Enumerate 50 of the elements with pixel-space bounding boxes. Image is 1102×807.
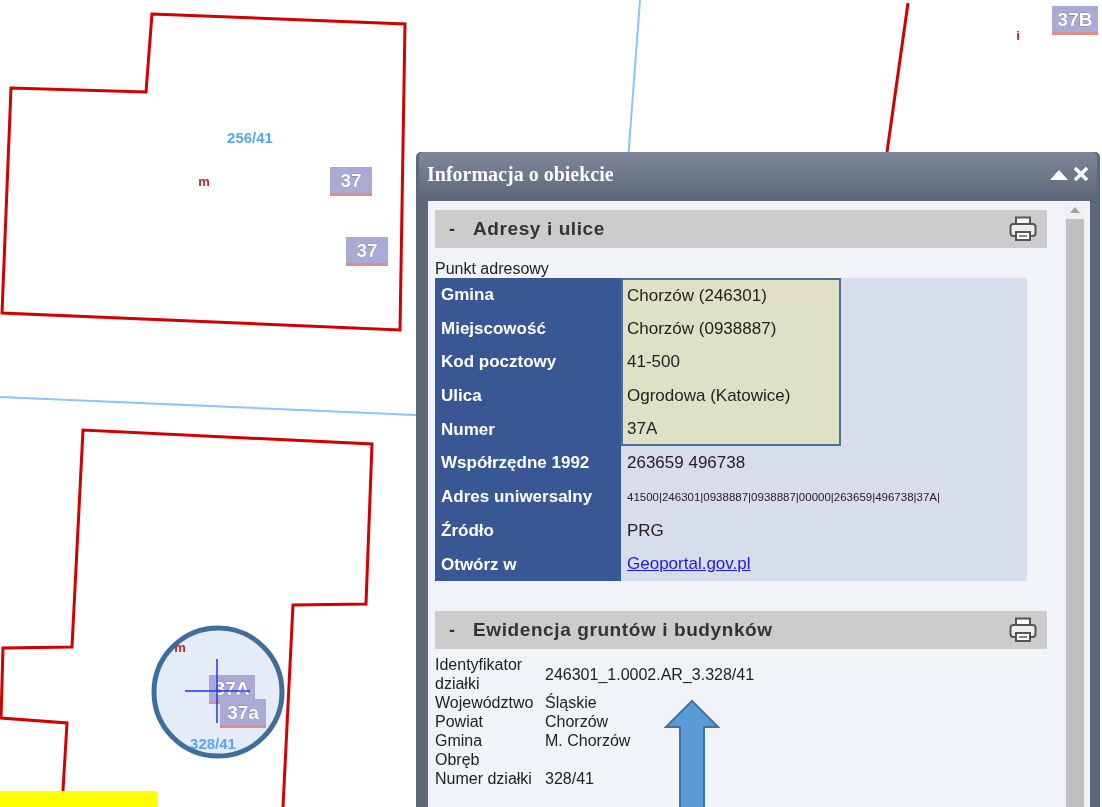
house-number-label: 37 xyxy=(346,237,388,266)
section-header[interactable]: - Ewidencja gruntów i budynków xyxy=(435,611,1047,650)
field-label: Ulica xyxy=(435,379,621,413)
field-value: 328/41 xyxy=(545,770,594,788)
panel-title: Informacja o obiekcie xyxy=(427,162,615,186)
land-use-symbol: i xyxy=(1016,28,1020,43)
geoportal-link[interactable]: Geoportal.gov.pl xyxy=(627,554,751,575)
parcel-number: 256/41 xyxy=(227,129,273,146)
field-label: Obręb xyxy=(435,750,481,770)
field-label: Otwórz w xyxy=(435,547,621,582)
field-label: Gmina xyxy=(435,731,484,751)
section-header[interactable]: - Adresy i ulice xyxy=(435,210,1047,248)
field-label: Gmina xyxy=(435,278,621,312)
field-value: 246301_1.0002.AR_3.328/41 xyxy=(545,664,755,684)
house-number-label: 37 xyxy=(330,167,372,196)
field-label: Miejscowość xyxy=(435,311,621,346)
section-title: Ewidencja gruntów i budynków xyxy=(473,619,774,642)
land-use-symbol: m xyxy=(198,174,210,189)
printer-icon[interactable] xyxy=(1009,216,1037,242)
field-label: Powiat xyxy=(435,712,485,732)
field-value: 41500|246301|0938887|0938887|00000|263659|496738|37A| xyxy=(627,490,940,503)
field-value: M. Chorzów xyxy=(545,732,631,750)
field-value: Chorzów (246301) xyxy=(627,285,767,306)
field-value: Ogrodowa (Katowice) xyxy=(627,385,791,406)
field-value: PRG xyxy=(627,520,664,541)
field-label: Współrzędne 1992 xyxy=(435,446,621,481)
field-label: Kod pocztowy xyxy=(435,345,621,380)
field-label: Identyfikator działki xyxy=(435,655,524,694)
field-value: 37A xyxy=(627,418,658,439)
scrollbar[interactable] xyxy=(1064,201,1086,807)
section-title: Adresy i ulice xyxy=(473,218,606,240)
house-number-label: 37B xyxy=(1052,6,1098,35)
field-label: Numer działki xyxy=(435,769,533,789)
parcel-number: 328/41 xyxy=(190,735,236,752)
field-label: Numer xyxy=(435,412,621,447)
collapse-toggle[interactable]: - xyxy=(449,619,473,641)
field-value: Chorzów xyxy=(545,713,609,731)
field-label: Źródło xyxy=(435,513,621,548)
land-use-symbol: m xyxy=(174,640,186,655)
house-number-label: 37a xyxy=(220,699,266,728)
field-label: Województwo xyxy=(435,693,535,713)
field-label: Adres uniwersalny xyxy=(435,480,621,514)
close-icon[interactable] xyxy=(1073,166,1089,182)
field-value: Chorzów (0938887) xyxy=(627,318,777,339)
collapse-toggle[interactable]: - xyxy=(449,218,473,240)
group-caption: Punkt adresowy xyxy=(435,259,550,278)
printer-icon[interactable] xyxy=(1009,617,1037,644)
field-value: 263659 496738 xyxy=(627,453,746,474)
field-value: 41-500 xyxy=(627,352,680,373)
field-value: Śląskie xyxy=(545,694,597,712)
